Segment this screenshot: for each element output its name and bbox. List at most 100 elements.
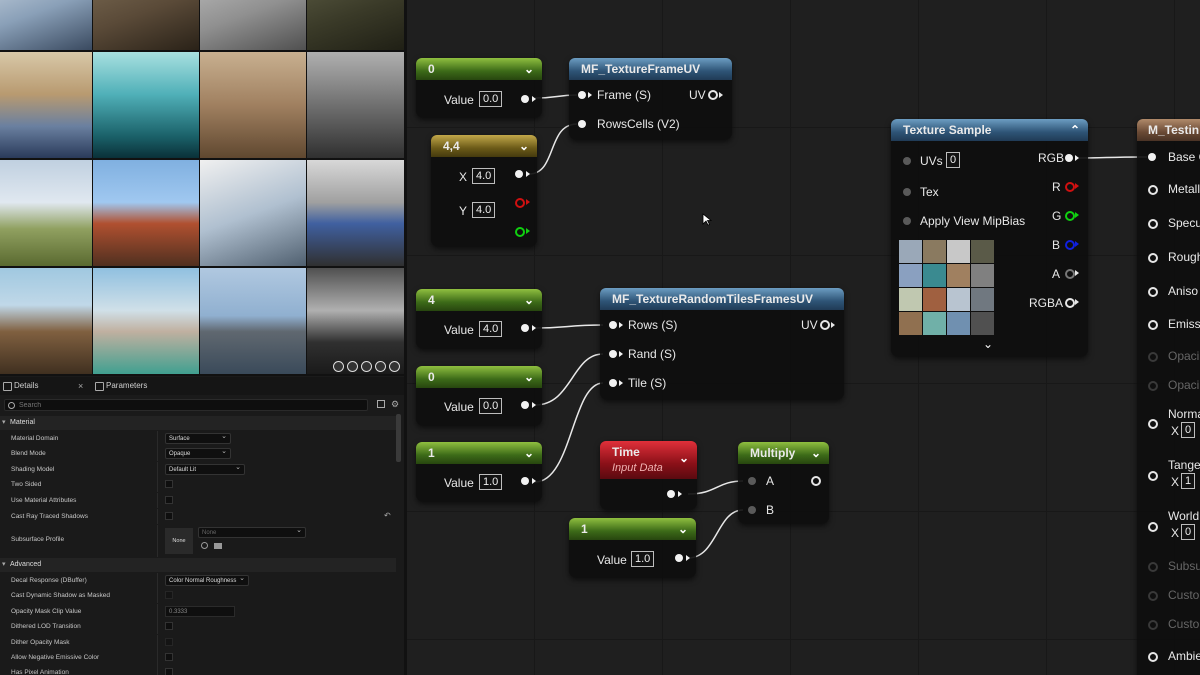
output-pin-rgb[interactable] [1065, 154, 1073, 162]
output-pin[interactable] [521, 324, 529, 332]
constant-node[interactable]: 1 ⌄ Value 1.0 [416, 442, 542, 502]
function-node-texture-frame-uv[interactable]: MF_TextureFrameUV Frame (S) RowsCells (V… [569, 58, 732, 140]
input-pin-world-position-offset[interactable] [1148, 522, 1158, 532]
x-value-field[interactable]: 4.0 [472, 168, 496, 184]
input-pin-emissive[interactable] [1148, 320, 1158, 330]
sphere-icon[interactable] [333, 361, 344, 372]
input-pin-custom-data-0[interactable] [1148, 591, 1158, 601]
function-node-random-tiles-uv[interactable]: MF_TextureRandomTilesFramesUV Rows (S) R… [600, 288, 844, 400]
multiply-node[interactable]: Multiply ⌄ A B [738, 442, 829, 524]
cast-ray-traced-shadows-checkbox[interactable] [165, 512, 173, 520]
output-pin[interactable] [675, 554, 683, 562]
node-header[interactable]: 1 ⌄ [416, 442, 542, 464]
node-header[interactable]: Texture Sample ⌃ [891, 119, 1088, 141]
input-pin-specular[interactable] [1148, 219, 1158, 229]
input-pin-opacity[interactable] [1148, 352, 1158, 362]
decal-response-dropdown[interactable]: Color Normal Roughness [165, 574, 249, 586]
opacity-mask-clip-input[interactable]: 0.3333 [165, 606, 235, 617]
input-pin-rows[interactable] [609, 321, 617, 329]
input-pin-ambient-occlusion[interactable] [1148, 652, 1158, 662]
subsurface-profile-dropdown[interactable]: None [198, 526, 306, 538]
chevron-down-icon[interactable]: ⌄ [524, 289, 534, 311]
node-header[interactable]: 1 ⌄ [569, 518, 696, 540]
texture-sample-node[interactable]: Texture Sample ⌃ UVs 0 Tex Apply View Mip… [891, 119, 1088, 357]
output-pin[interactable] [515, 170, 523, 178]
input-pin-tex[interactable] [903, 188, 911, 196]
input-pin-mipbias[interactable] [903, 217, 911, 225]
node-header[interactable]: Multiply ⌄ [738, 442, 829, 464]
output-pin-r[interactable] [515, 198, 525, 208]
chevron-down-icon[interactable]: ⌄ [524, 58, 534, 80]
input-pin-roughness[interactable] [1148, 253, 1158, 263]
subsurface-thumbnail[interactable]: None [165, 528, 193, 554]
blend-mode-dropdown[interactable]: Opaque [165, 447, 231, 459]
material-output-node[interactable]: M_Testin Base C Metall Specu Rough Aniso… [1137, 119, 1200, 675]
vector2-constant-node[interactable]: 4,4 ⌄ X 4.0 Y 4.0 [431, 135, 537, 247]
allow-negative-emissive-checkbox[interactable] [165, 653, 173, 661]
cylinder-icon[interactable] [375, 361, 386, 372]
value-field[interactable]: 1.0 [631, 551, 655, 567]
reset-arrow-icon[interactable]: ↶ [384, 511, 391, 520]
chevron-down-icon[interactable]: ⌄ [524, 442, 534, 464]
constant-node[interactable]: 1 ⌄ Value 1.0 [569, 518, 696, 578]
tab-close-icon[interactable]: × [78, 377, 83, 395]
y-value-field[interactable]: 4.0 [472, 202, 496, 218]
node-header[interactable]: MF_TextureFrameUV [569, 58, 732, 80]
input-pin-normal[interactable] [1148, 419, 1158, 429]
output-pin[interactable] [667, 490, 675, 498]
input-pin-rowscells[interactable] [578, 120, 586, 128]
world-x-field[interactable]: 0 [1181, 524, 1196, 540]
input-pin-rand[interactable] [609, 350, 617, 358]
output-pin-g[interactable] [1065, 211, 1075, 221]
use-selected-icon[interactable] [201, 542, 208, 549]
teapot-icon[interactable] [389, 361, 400, 372]
output-pin-uv[interactable] [820, 320, 830, 330]
input-pin-base-color[interactable] [1148, 153, 1156, 161]
node-header[interactable]: 0 ⌄ [416, 58, 542, 80]
output-pin[interactable] [521, 477, 529, 485]
material-domain-dropdown[interactable]: Surface [165, 432, 231, 444]
value-field[interactable]: 0.0 [479, 398, 503, 414]
constant-node[interactable]: 0 ⌄ Value 0.0 [416, 58, 542, 118]
material-preview-viewport[interactable] [0, 0, 404, 376]
tab-details[interactable]: Details [0, 377, 38, 395]
material-graph-canvas[interactable]: 0 ⌄ Value 0.0 4,4 ⌄ X 4.0 Y 4.0 MF_Texture… [407, 0, 1200, 675]
node-header[interactable]: MF_TextureRandomTilesFramesUV [600, 288, 844, 310]
tangent-x-field[interactable]: 1 [1181, 473, 1196, 489]
output-pin[interactable] [521, 401, 529, 409]
node-header[interactable]: 0 ⌄ [416, 366, 542, 388]
chevron-down-icon[interactable]: ⌄ [524, 366, 534, 388]
uvs-index-field[interactable]: 0 [946, 152, 961, 168]
input-pin-tile[interactable] [609, 379, 617, 387]
value-field[interactable]: 4.0 [479, 321, 503, 337]
chevron-down-icon[interactable]: ⌄ [811, 442, 821, 464]
chevron-up-icon[interactable]: ⌃ [1070, 119, 1080, 141]
value-field[interactable]: 0.0 [479, 91, 503, 107]
chevron-down-icon[interactable]: ⌄ [679, 449, 689, 467]
node-header[interactable]: 4 ⌄ [416, 289, 542, 311]
shading-model-dropdown[interactable]: Default Lit [165, 463, 245, 475]
two-sided-checkbox[interactable] [165, 480, 173, 488]
constant-node[interactable]: 4 ⌄ Value 4.0 [416, 289, 542, 349]
time-node[interactable]: Time Input Data ⌄ [600, 441, 697, 510]
chevron-down-icon[interactable]: ⌄ [678, 518, 688, 540]
input-pin-custom-data-1[interactable] [1148, 620, 1158, 630]
dither-opacity-mask-checkbox[interactable] [165, 638, 173, 646]
details-search-input[interactable] [4, 399, 368, 411]
chevron-down-icon[interactable]: ⌄ [519, 135, 529, 157]
details-scrollbar[interactable] [396, 414, 401, 462]
dithered-lod-checkbox[interactable] [165, 622, 173, 630]
output-pin-g[interactable] [515, 227, 525, 237]
section-advanced-header[interactable]: Advanced [0, 558, 396, 572]
tab-parameters[interactable]: Parameters [92, 377, 147, 395]
input-pin-frame[interactable] [578, 91, 586, 99]
output-pin-uv[interactable] [708, 90, 718, 100]
node-header[interactable]: Time Input Data ⌄ [600, 441, 697, 479]
input-pin-tangent[interactable] [1148, 471, 1158, 481]
output-pin-b[interactable] [1065, 240, 1075, 250]
constant-node[interactable]: 0 ⌄ Value 0.0 [416, 366, 542, 426]
input-pin-opacity-mask[interactable] [1148, 381, 1158, 391]
output-pin[interactable] [521, 95, 529, 103]
chevron-down-icon[interactable]: ⌄ [983, 337, 993, 351]
node-header[interactable]: M_Testin [1137, 119, 1200, 141]
